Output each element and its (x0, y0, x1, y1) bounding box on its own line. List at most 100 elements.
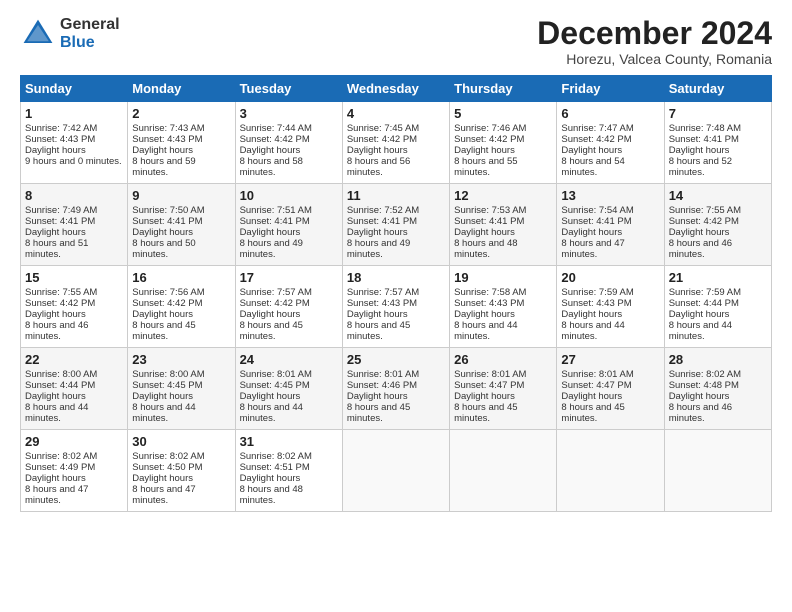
daylight-label: Daylight hours (669, 391, 730, 402)
daylight-label: Daylight hours (132, 391, 193, 402)
sunrise-label: Sunrise: 7:55 AM (669, 205, 741, 216)
day-cell-27: 27Sunrise: 8:01 AMSunset: 4:47 PMDayligh… (557, 348, 664, 430)
day-number: 6 (561, 106, 659, 121)
sunrise-label: Sunrise: 7:49 AM (25, 205, 97, 216)
sunrise-label: Sunrise: 7:55 AM (25, 287, 97, 298)
daylight-label: Daylight hours (240, 227, 301, 238)
sunset-label: Sunset: 4:46 PM (347, 380, 417, 391)
daylight-value: 8 hours and 45 minutes. (347, 402, 410, 424)
calendar-table: SundayMondayTuesdayWednesdayThursdayFrid… (20, 75, 772, 512)
daylight-value: 8 hours and 45 minutes. (561, 402, 624, 424)
daylight-label: Daylight hours (25, 473, 86, 484)
logo-general-text: General (60, 16, 120, 34)
week-row-4: 22Sunrise: 8:00 AMSunset: 4:44 PMDayligh… (21, 348, 772, 430)
daylight-label: Daylight hours (347, 145, 408, 156)
day-cell-14: 14Sunrise: 7:55 AMSunset: 4:42 PMDayligh… (664, 184, 771, 266)
day-number: 12 (454, 188, 552, 203)
daylight-label: Daylight hours (454, 391, 515, 402)
daylight-value: 8 hours and 47 minutes. (561, 238, 624, 260)
daylight-label: Daylight hours (132, 309, 193, 320)
col-header-thursday: Thursday (450, 76, 557, 102)
sunrise-label: Sunrise: 8:02 AM (25, 451, 97, 462)
day-number: 19 (454, 270, 552, 285)
day-number: 25 (347, 352, 445, 367)
sunrise-label: Sunrise: 7:52 AM (347, 205, 419, 216)
sunrise-label: Sunrise: 8:00 AM (132, 369, 204, 380)
day-number: 31 (240, 434, 338, 449)
calendar-page: General Blue December 2024 Horezu, Valce… (0, 0, 792, 612)
sunrise-label: Sunrise: 7:59 AM (561, 287, 633, 298)
day-number: 18 (347, 270, 445, 285)
sunrise-label: Sunrise: 7:43 AM (132, 123, 204, 134)
logo: General Blue (20, 16, 120, 52)
sunrise-label: Sunrise: 7:59 AM (669, 287, 741, 298)
week-row-3: 15Sunrise: 7:55 AMSunset: 4:42 PMDayligh… (21, 266, 772, 348)
daylight-label: Daylight hours (561, 391, 622, 402)
daylight-value: 8 hours and 45 minutes. (240, 320, 303, 342)
col-header-monday: Monday (128, 76, 235, 102)
col-header-friday: Friday (557, 76, 664, 102)
sunset-label: Sunset: 4:45 PM (240, 380, 310, 391)
sunset-label: Sunset: 4:47 PM (561, 380, 631, 391)
day-number: 24 (240, 352, 338, 367)
day-number: 9 (132, 188, 230, 203)
daylight-value: 8 hours and 55 minutes. (454, 156, 517, 178)
daylight-label: Daylight hours (561, 145, 622, 156)
daylight-value: 8 hours and 44 minutes. (240, 402, 303, 424)
day-number: 17 (240, 270, 338, 285)
daylight-label: Daylight hours (25, 227, 86, 238)
sunset-label: Sunset: 4:48 PM (669, 380, 739, 391)
day-cell-2: 2Sunrise: 7:43 AMSunset: 4:43 PMDaylight… (128, 102, 235, 184)
daylight-label: Daylight hours (240, 309, 301, 320)
col-header-tuesday: Tuesday (235, 76, 342, 102)
day-cell-11: 11Sunrise: 7:52 AMSunset: 4:41 PMDayligh… (342, 184, 449, 266)
daylight-label: Daylight hours (132, 473, 193, 484)
sunset-label: Sunset: 4:41 PM (347, 216, 417, 227)
daylight-value: 8 hours and 58 minutes. (240, 156, 303, 178)
daylight-label: Daylight hours (240, 145, 301, 156)
daylight-value: 8 hours and 46 minutes. (669, 238, 732, 260)
daylight-label: Daylight hours (132, 145, 193, 156)
sunrise-label: Sunrise: 7:50 AM (132, 205, 204, 216)
daylight-label: Daylight hours (454, 227, 515, 238)
sunset-label: Sunset: 4:43 PM (561, 298, 631, 309)
day-number: 23 (132, 352, 230, 367)
day-cell-31: 31Sunrise: 8:02 AMSunset: 4:51 PMDayligh… (235, 430, 342, 512)
daylight-value: 8 hours and 46 minutes. (25, 320, 88, 342)
sunset-label: Sunset: 4:43 PM (454, 298, 524, 309)
day-cell-5: 5Sunrise: 7:46 AMSunset: 4:42 PMDaylight… (450, 102, 557, 184)
daylight-value: 8 hours and 48 minutes. (454, 238, 517, 260)
day-number: 4 (347, 106, 445, 121)
daylight-label: Daylight hours (561, 309, 622, 320)
daylight-label: Daylight hours (669, 227, 730, 238)
sunrise-label: Sunrise: 8:00 AM (25, 369, 97, 380)
sunrise-label: Sunrise: 7:46 AM (454, 123, 526, 134)
day-number: 5 (454, 106, 552, 121)
sunrise-label: Sunrise: 7:58 AM (454, 287, 526, 298)
sunset-label: Sunset: 4:41 PM (454, 216, 524, 227)
sunrise-label: Sunrise: 8:02 AM (132, 451, 204, 462)
day-number: 21 (669, 270, 767, 285)
sunrise-label: Sunrise: 7:48 AM (669, 123, 741, 134)
day-cell-24: 24Sunrise: 8:01 AMSunset: 4:45 PMDayligh… (235, 348, 342, 430)
sunset-label: Sunset: 4:49 PM (25, 462, 95, 473)
daylight-value: 8 hours and 48 minutes. (240, 484, 303, 506)
day-cell-18: 18Sunrise: 7:57 AMSunset: 4:43 PMDayligh… (342, 266, 449, 348)
day-number: 1 (25, 106, 123, 121)
day-number: 29 (25, 434, 123, 449)
sunset-label: Sunset: 4:43 PM (347, 298, 417, 309)
day-cell-1: 1Sunrise: 7:42 AMSunset: 4:43 PMDaylight… (21, 102, 128, 184)
sunset-label: Sunset: 4:44 PM (669, 298, 739, 309)
sunset-label: Sunset: 4:42 PM (669, 216, 739, 227)
logo-icon (20, 16, 56, 52)
sunrise-label: Sunrise: 7:57 AM (240, 287, 312, 298)
day-cell-30: 30Sunrise: 8:02 AMSunset: 4:50 PMDayligh… (128, 430, 235, 512)
day-cell-12: 12Sunrise: 7:53 AMSunset: 4:41 PMDayligh… (450, 184, 557, 266)
day-number: 15 (25, 270, 123, 285)
sunset-label: Sunset: 4:44 PM (25, 380, 95, 391)
sunrise-label: Sunrise: 7:44 AM (240, 123, 312, 134)
sunset-label: Sunset: 4:42 PM (240, 134, 310, 145)
sunset-label: Sunset: 4:42 PM (454, 134, 524, 145)
daylight-value: 8 hours and 54 minutes. (561, 156, 624, 178)
header-row: SundayMondayTuesdayWednesdayThursdayFrid… (21, 76, 772, 102)
